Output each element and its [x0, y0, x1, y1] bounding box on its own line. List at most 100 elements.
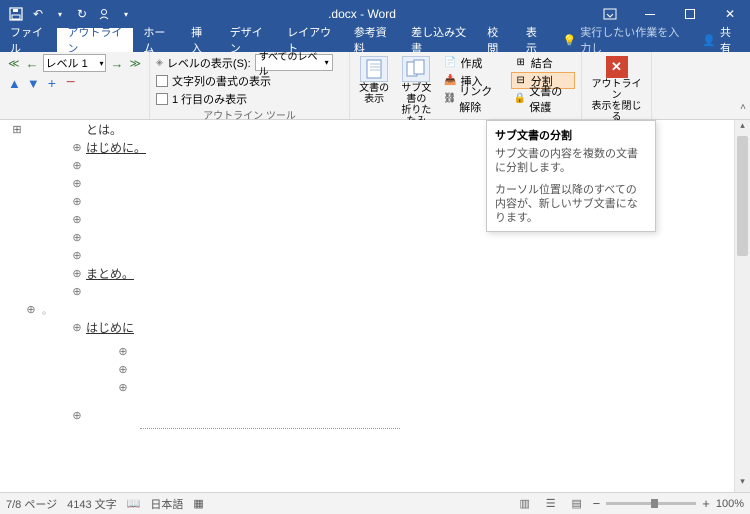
- collapse-node-icon[interactable]: ⊕: [70, 285, 84, 298]
- master-doc-group: 文書の 表示 サブ文書の 折りたたみ 📄作成 📥挿入 ⛓リンク解除 ⊞結合 ⊟分…: [350, 52, 582, 119]
- checkbox-icon: [156, 93, 168, 105]
- outline-level-select[interactable]: レベル 1▾: [43, 54, 107, 72]
- zoom-out-icon[interactable]: −: [593, 496, 601, 511]
- show-level-select[interactable]: すべてのレベル▾: [255, 54, 333, 71]
- page-indicator[interactable]: 7/8 ページ: [6, 496, 57, 512]
- collapse-node-icon[interactable]: ⊕: [116, 381, 130, 394]
- chevron-down-icon: ▾: [99, 59, 103, 68]
- outline-text[interactable]: まとめ。: [84, 265, 134, 282]
- merge-button[interactable]: ⊞結合: [511, 54, 575, 71]
- collapse-node-icon[interactable]: ⊕: [70, 267, 84, 280]
- collapse-node-icon[interactable]: ⊕: [70, 409, 84, 422]
- collapse-ribbon-icon[interactable]: ˄: [740, 102, 746, 113]
- status-bar: 7/8 ページ 4143 文字 📖 日本語 ▦ ▥ ☰ ▤ − + 100%: [0, 492, 750, 514]
- close-outline-button[interactable]: ✕ アウトライン 表示を閉じる: [588, 54, 645, 123]
- chevron-down-icon: ▾: [325, 58, 329, 67]
- tab-home[interactable]: ホーム: [133, 28, 181, 52]
- zoom-in-icon[interactable]: +: [702, 496, 710, 511]
- zoom-slider[interactable]: [606, 502, 696, 505]
- expand-icon[interactable]: +: [44, 75, 60, 91]
- user-icon[interactable]: [96, 6, 112, 22]
- tab-mailings[interactable]: 差し込み文書: [401, 28, 477, 52]
- tab-review[interactable]: 校閲: [477, 28, 516, 52]
- document-icon: [360, 56, 388, 82]
- collapse-node-icon[interactable]: ⊕: [70, 141, 84, 154]
- move-down-icon[interactable]: ▼: [25, 76, 42, 91]
- lightbulb-icon: 💡: [563, 34, 577, 47]
- share-button[interactable]: 👤共有: [688, 28, 750, 52]
- lock-icon: 🔒: [514, 92, 526, 106]
- show-level-label: レベルの表示(S):: [167, 55, 251, 71]
- redo-icon[interactable]: ↻: [74, 6, 90, 22]
- scroll-thumb[interactable]: [737, 136, 748, 256]
- collapse-node-icon[interactable]: ⊕: [70, 213, 84, 226]
- collapse-node-icon[interactable]: ⊕: [116, 345, 130, 358]
- demote-icon[interactable]: →: [108, 56, 125, 71]
- insert-icon: 📥: [444, 74, 458, 88]
- outline-text[interactable]: はじめに。: [84, 139, 146, 156]
- collapse-node-icon[interactable]: ⊕: [70, 159, 84, 172]
- subdoc-icon: [402, 56, 430, 82]
- undo-icon[interactable]: ↶: [30, 6, 46, 22]
- promote-top-icon[interactable]: ≪: [6, 57, 22, 70]
- web-layout-icon[interactable]: ▤: [567, 496, 587, 512]
- tab-file[interactable]: ファイル: [0, 28, 57, 52]
- tooltip-body: サブ文書の内容を複数の文書に分割します。: [495, 147, 647, 175]
- tab-outline[interactable]: アウトライン: [57, 28, 133, 52]
- promote-icon[interactable]: ←: [24, 56, 41, 71]
- collapse-node-icon[interactable]: ⊕: [70, 195, 84, 208]
- first-line-checkbox[interactable]: 1 行目のみ表示: [156, 90, 343, 107]
- dropdown-icon[interactable]: ▾: [118, 6, 134, 22]
- zoom-level[interactable]: 100%: [716, 498, 744, 510]
- language-indicator[interactable]: 日本語: [150, 496, 183, 512]
- tooltip-body: カーソル位置以降のすべての内容が、新しいサブ文書になります。: [495, 183, 647, 225]
- outline-tools-group: ◈ レベルの表示(S): すべてのレベル▾ 文字列の書式の表示 1 行目のみ表示…: [150, 52, 350, 119]
- outline-text[interactable]: とは。: [84, 123, 122, 137]
- show-formatting-checkbox[interactable]: 文字列の書式の表示: [156, 72, 343, 89]
- collapse-icon[interactable]: −: [62, 74, 79, 92]
- create-subdoc-button[interactable]: 📄作成: [441, 54, 505, 71]
- scroll-down-icon[interactable]: ▾: [735, 476, 750, 492]
- share-icon: 👤: [702, 34, 716, 47]
- collapse-node-icon[interactable]: ⊕: [70, 249, 84, 262]
- collapse-node-icon[interactable]: ⊕: [70, 231, 84, 244]
- vertical-scrollbar[interactable]: ▴ ▾: [734, 120, 750, 492]
- spell-check-icon[interactable]: 📖: [127, 497, 141, 510]
- expand-node-icon[interactable]: ⊞: [10, 123, 24, 136]
- collapse-node-icon[interactable]: ⊕: [70, 177, 84, 190]
- outline-nav-group: ≪ ← レベル 1▾ → ≫ ▲ ▼ + −: [0, 52, 150, 119]
- outline-text[interactable]: はじめに: [84, 319, 134, 336]
- read-mode-icon[interactable]: ▥: [515, 496, 535, 512]
- dropdown-icon[interactable]: ▾: [52, 6, 68, 22]
- scroll-up-icon[interactable]: ▴: [735, 120, 750, 136]
- unlink-icon: ⛓: [444, 92, 457, 106]
- close-x-icon: ✕: [606, 56, 628, 78]
- macro-icon[interactable]: ▦: [193, 497, 203, 510]
- tab-references[interactable]: 参考資料: [344, 28, 401, 52]
- move-up-icon[interactable]: ▲: [6, 76, 23, 91]
- tab-view[interactable]: 表示: [516, 28, 555, 52]
- window-title: .docx - Word: [134, 7, 590, 21]
- demote-body-icon[interactable]: ≫: [127, 57, 143, 70]
- page-break-line: [140, 428, 400, 429]
- print-layout-icon[interactable]: ☰: [541, 496, 561, 512]
- collapse-node-icon[interactable]: ⊕: [70, 321, 84, 334]
- collapse-node-icon[interactable]: ⊕: [116, 363, 130, 376]
- checkbox-icon: [156, 75, 168, 87]
- word-count[interactable]: 4143 文字: [67, 496, 117, 512]
- tooltip-title: サブ文書の分割: [495, 127, 647, 143]
- split-icon: ⊟: [514, 74, 528, 88]
- save-icon[interactable]: [8, 6, 24, 22]
- collapse-node-icon[interactable]: ⊕: [24, 303, 38, 316]
- collapse-subdoc-button[interactable]: サブ文書の 折りたたみ: [398, 54, 434, 127]
- merge-icon: ⊞: [514, 56, 528, 70]
- unlink-button[interactable]: ⛓リンク解除: [441, 90, 505, 107]
- lock-button[interactable]: 🔒文書の保護: [511, 90, 575, 107]
- tab-insert[interactable]: 挿入: [181, 28, 220, 52]
- create-icon: 📄: [444, 56, 458, 70]
- split-tooltip: サブ文書の分割 サブ文書の内容を複数の文書に分割します。 カーソル位置以降のすべ…: [486, 120, 656, 232]
- slider-thumb[interactable]: [651, 499, 658, 508]
- show-document-button[interactable]: 文書の 表示: [356, 54, 392, 127]
- tell-me-input[interactable]: 💡実行したい作業を入力し: [555, 28, 689, 52]
- close-group: ✕ アウトライン 表示を閉じる 閉じる: [582, 52, 652, 119]
